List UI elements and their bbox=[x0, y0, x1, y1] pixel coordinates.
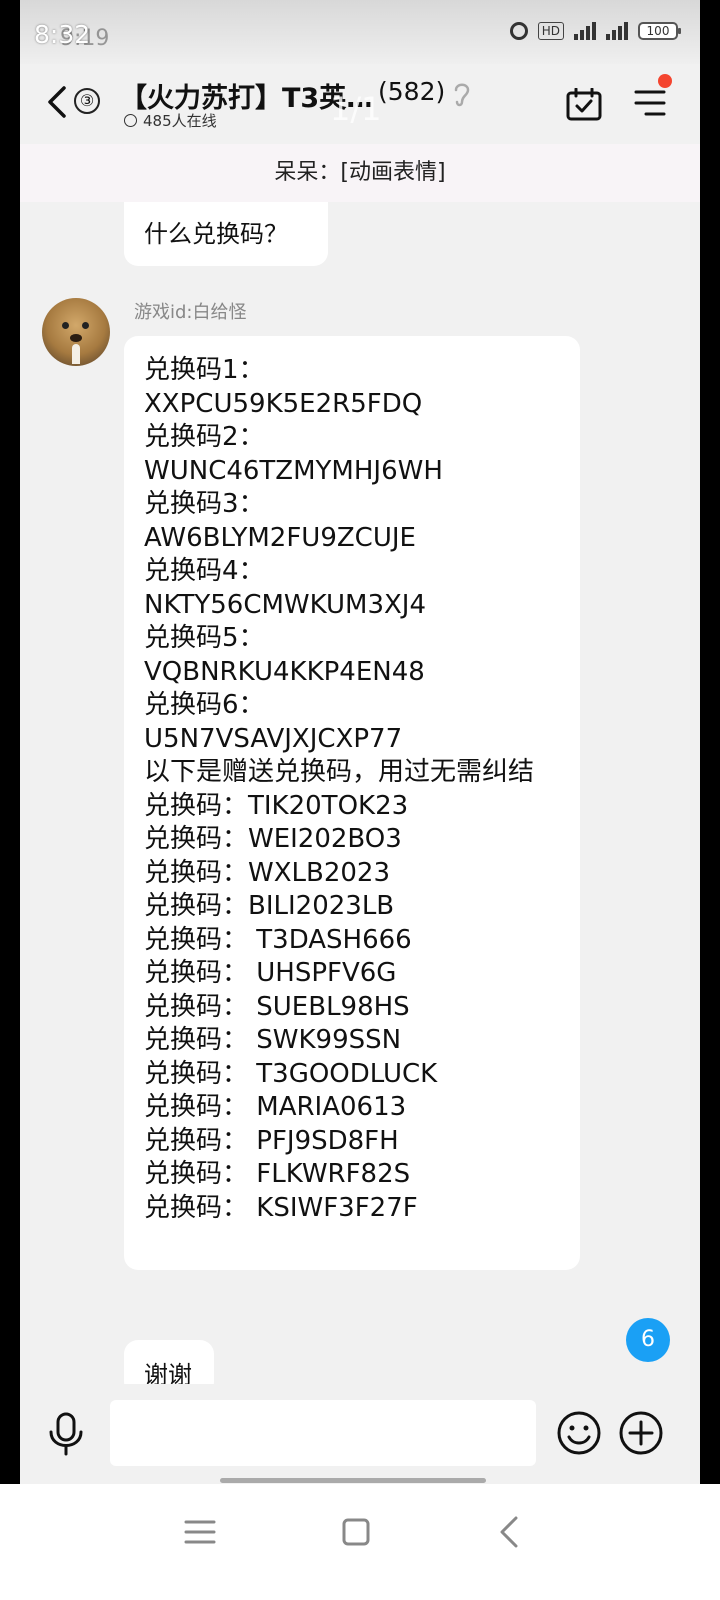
message-line: NKTY56CMWKUM3XJ4 bbox=[144, 589, 427, 620]
hd-badge: HD bbox=[537, 22, 564, 40]
emoji-icon[interactable] bbox=[556, 1410, 602, 1456]
message-line: 兑换码5： bbox=[144, 623, 265, 653]
signal-icon-2 bbox=[606, 22, 628, 40]
status-bar: 9:19 8:32 HD 100 bbox=[20, 0, 700, 64]
mic-icon[interactable] bbox=[46, 1412, 86, 1456]
message-bubble[interactable]: 什么兑换码？ bbox=[124, 202, 328, 266]
message-line: 兑换码2： bbox=[144, 422, 265, 452]
chat-header: ③ 【火力苏打】T3英… (582) 485人在线 1/1 bbox=[20, 64, 700, 144]
battery-icon: 100 bbox=[638, 22, 681, 40]
message-line: 兑换码： SWK99SSN bbox=[144, 1025, 402, 1055]
online-count: 485人在线 bbox=[143, 112, 217, 130]
home-indicator bbox=[220, 1478, 486, 1483]
message-line: 兑换码：TIK20TOK23 bbox=[144, 790, 409, 821]
message-line: 兑换码： KSIWF3F27F bbox=[144, 1192, 418, 1223]
alarm-icon bbox=[509, 22, 528, 40]
home-icon[interactable] bbox=[336, 1512, 376, 1552]
menu-icon[interactable] bbox=[634, 88, 666, 118]
message-line: U5N7VSAVJXJCXP77 bbox=[144, 723, 403, 754]
page-indicator: 1/1 bbox=[330, 90, 382, 128]
message-line: 兑换码： PFJ9SD8FH bbox=[144, 1125, 399, 1156]
unread-count-badge[interactable]: ③ bbox=[74, 88, 100, 114]
message-line: AW6BLYM2FU9ZCUJE bbox=[144, 522, 416, 553]
notification-dot bbox=[658, 74, 672, 88]
back-icon[interactable] bbox=[44, 84, 72, 120]
member-count[interactable]: (582) bbox=[378, 77, 445, 106]
message-line: 兑换码4： bbox=[144, 556, 265, 586]
message-line: WUNC46TZMYMHJ6WH bbox=[144, 455, 443, 486]
sender-name[interactable]: 游戏id:白给怪 bbox=[134, 298, 247, 324]
message-line: 兑换码：BILI2023LB bbox=[144, 891, 395, 921]
online-icon bbox=[124, 114, 137, 127]
calendar-check-icon[interactable] bbox=[566, 88, 602, 122]
status-time: 8:32 bbox=[34, 20, 91, 49]
chat-screen: 9:19 8:32 HD 100 ③ 【火力苏打】T3英… (582) 485人… bbox=[20, 0, 700, 1510]
nav-back-icon[interactable] bbox=[490, 1512, 530, 1552]
recent-apps-icon[interactable] bbox=[180, 1512, 220, 1552]
avatar-eye bbox=[62, 322, 69, 329]
message-line: 兑换码6： bbox=[144, 690, 265, 720]
message-line: 兑换码1： bbox=[144, 355, 265, 385]
plus-icon[interactable] bbox=[618, 1410, 664, 1456]
message-line: 兑换码： T3GOODLUCK bbox=[144, 1058, 438, 1089]
new-messages-badge[interactable]: 6 bbox=[626, 1318, 670, 1362]
sender-avatar[interactable] bbox=[42, 298, 110, 366]
message-line: 兑换码： FLKWRF82S bbox=[144, 1159, 411, 1189]
message-input[interactable] bbox=[110, 1400, 536, 1466]
avatar-eye bbox=[82, 322, 89, 329]
message-line: 兑换码： T3DASH666 bbox=[144, 924, 412, 955]
avatar-hands bbox=[72, 344, 80, 364]
message-bubble-codes[interactable]: 兑换码1： XXPCU59K5E2R5FDQ 兑换码2： WUNC46TZMYM… bbox=[124, 336, 580, 1270]
message-line: 兑换码：WEI202BO3 bbox=[144, 824, 402, 854]
avatar-nose bbox=[70, 334, 82, 342]
message-line: VQBNRKU4KKP4EN48 bbox=[144, 656, 425, 687]
signal-icon bbox=[574, 22, 596, 40]
message-line: 兑换码： MARIA0613 bbox=[144, 1092, 407, 1122]
pinned-message-bar[interactable]: 呆呆：[动画表情] bbox=[20, 144, 700, 202]
message-line: 兑换码3： bbox=[144, 489, 265, 519]
ear-icon bbox=[454, 83, 470, 107]
input-bar bbox=[20, 1384, 700, 1484]
system-nav-bar bbox=[0, 1484, 720, 1600]
message-line: 兑换码： SUEBL98HS bbox=[144, 991, 410, 1022]
message-line: XXPCU59K5E2R5FDQ bbox=[144, 388, 423, 419]
online-status: 485人在线 bbox=[124, 110, 217, 131]
status-icons: HD 100 bbox=[509, 22, 681, 40]
message-line: 以下是赠送兑换码，用过无需纠结 bbox=[144, 757, 535, 787]
message-line: 兑换码： UHSPFV6G bbox=[144, 958, 397, 988]
message-line: 兑换码：WXLB2023 bbox=[144, 857, 391, 888]
